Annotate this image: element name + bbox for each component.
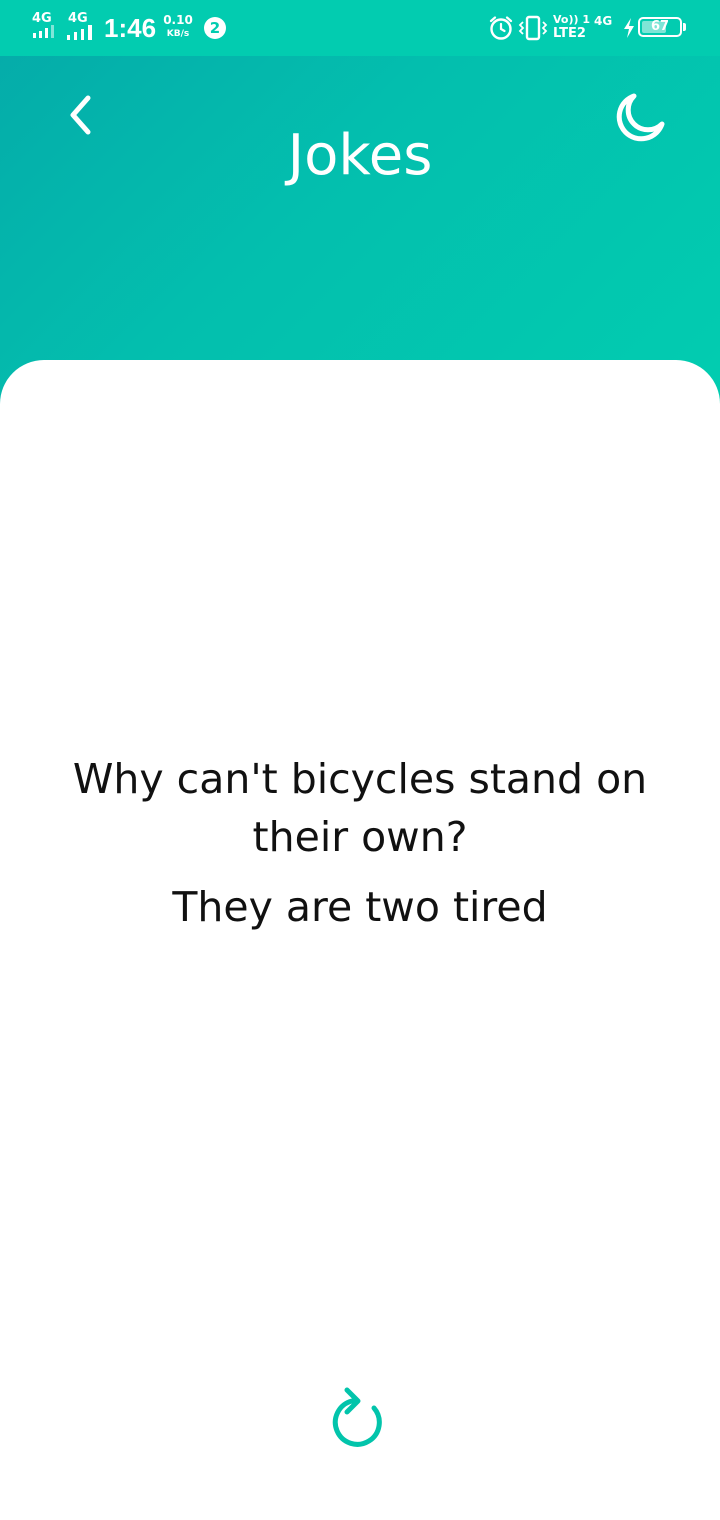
network-speed: 0.10 — [163, 13, 193, 27]
clock: 1:46 — [104, 13, 157, 43]
signal-strength-2-icon — [67, 25, 92, 40]
vibrate-icon — [518, 15, 548, 41]
chevron-left-icon — [70, 95, 91, 135]
charging-icon — [624, 18, 634, 38]
network-type-3: 4G — [594, 14, 613, 28]
volte-indicator: Vo)) 1 — [553, 13, 591, 26]
notification-count-badge: 2 — [204, 17, 226, 39]
refresh-icon — [332, 1387, 382, 1447]
battery-icon: 67 — [638, 17, 682, 37]
signal-strength-1-icon — [33, 25, 54, 38]
page-title: Jokes — [287, 122, 433, 188]
dark-mode-toggle-button[interactable] — [608, 86, 672, 150]
status-bar: 4G 4G 1:46 0.10 KB/s 2 Vo)) 1 LTE2 4G 67 — [0, 0, 720, 56]
refresh-joke-button[interactable] — [324, 1382, 396, 1454]
lte-indicator: LTE2 — [553, 26, 586, 41]
joke-container: Why can't bicycles stand on their own? T… — [60, 750, 660, 936]
back-button[interactable] — [56, 90, 106, 140]
joke-punchline-text: They are two tired — [172, 883, 548, 931]
content-card: Why can't bicycles stand on their own? T… — [0, 360, 720, 1520]
battery-cap — [683, 23, 686, 31]
header-background — [0, 0, 720, 420]
joke-setup-text: Why can't bicycles stand on their own? — [72, 755, 648, 861]
network-speed-unit: KB/s — [166, 29, 190, 39]
moon-icon — [616, 93, 665, 142]
alarm-icon — [489, 16, 513, 40]
joke-screen: 4G 4G 1:46 0.10 KB/s 2 Vo)) 1 LTE2 4G 67… — [0, 0, 720, 1520]
battery-level: 67 — [650, 19, 670, 34]
